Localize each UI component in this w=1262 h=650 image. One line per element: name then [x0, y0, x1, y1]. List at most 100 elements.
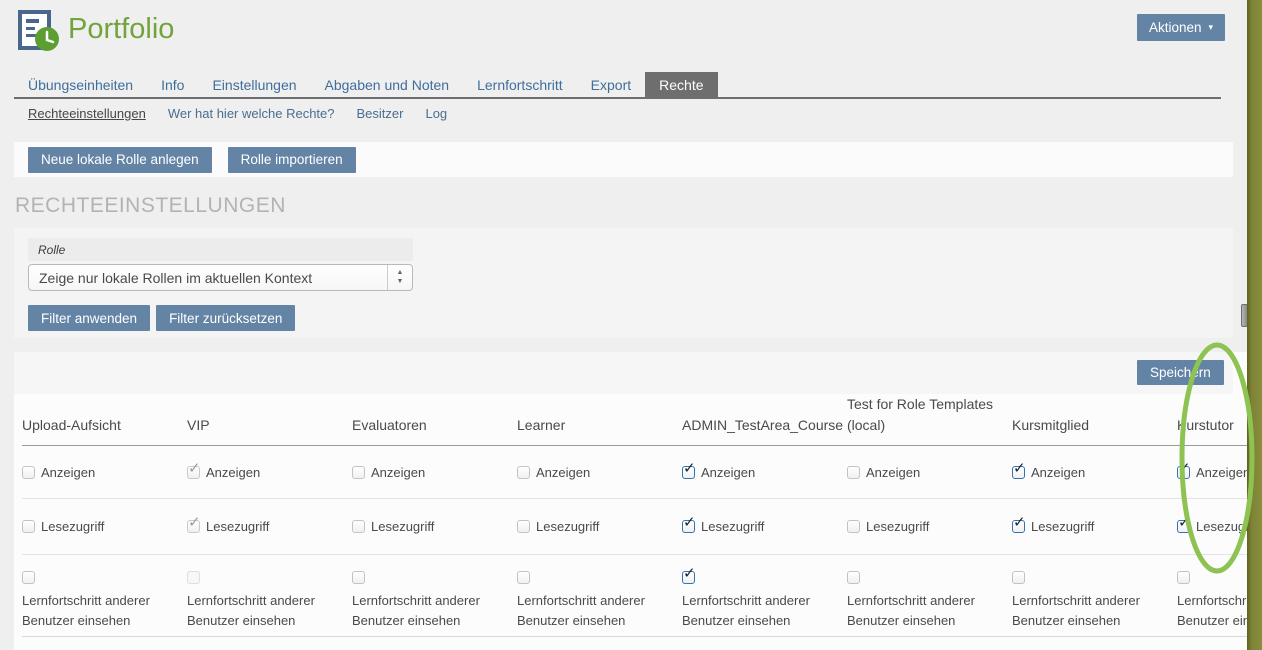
permission-checkbox[interactable]: [847, 520, 860, 533]
role-filter-select[interactable]: Zeige nur lokale Rollen im aktuellen Kon…: [28, 264, 413, 291]
permission-label: Lesezugriff: [1031, 519, 1094, 534]
filter-panel: Rolle Zeige nur lokale Rollen im aktuell…: [14, 228, 1233, 338]
permission-label: Anzeigen: [1196, 465, 1250, 480]
permission-label: Lernfortschritt anderer Benutzer einsehe…: [682, 591, 832, 631]
permission-checkbox[interactable]: ✓: [682, 571, 695, 584]
permission-checkbox[interactable]: ✓: [1177, 466, 1190, 479]
permission-label: Lesezugriff: [371, 519, 434, 534]
permission-checkbox[interactable]: [22, 571, 35, 584]
permission-cell: Lesezugriff: [517, 519, 682, 534]
permission-label: Lesezugriff: [206, 519, 269, 534]
permission-checkbox[interactable]: [22, 466, 35, 479]
tab-export[interactable]: Export: [577, 72, 645, 97]
import-role-button[interactable]: Rolle importieren: [228, 147, 356, 173]
chevron-down-icon: ▾: [1209, 23, 1214, 32]
spinner-up-icon: ▲: [397, 269, 404, 277]
section-title: RECHTEEINSTELLUNGEN: [15, 194, 286, 218]
permission-cell: Anzeigen: [847, 465, 1012, 480]
permission-checkbox[interactable]: [517, 571, 530, 584]
permission-checkbox[interactable]: ✓: [1012, 520, 1025, 533]
permission-label: Anzeigen: [701, 465, 755, 480]
permission-cell: Lernfortschritt anderer Benutzer einsehe…: [187, 555, 352, 631]
permission-cell: Lernfortschritt anderer Benutzer einsehe…: [517, 555, 682, 631]
role-filter-selected-value: Zeige nur lokale Rollen im aktuellen Kon…: [29, 270, 387, 286]
permission-label: Anzeigen: [371, 465, 425, 480]
save-button[interactable]: Speichern: [1137, 360, 1224, 385]
check-icon: ✓: [683, 513, 696, 531]
permission-cell: Lernfortschritt anderer Benutzer einsehe…: [1012, 555, 1177, 631]
permission-cell: Lernfortschritt anderer Benutzer einsehe…: [352, 555, 517, 631]
check-icon: ✓: [1013, 459, 1026, 477]
column-header: Learner: [517, 415, 682, 445]
permission-cell: ✓ Lesezugriff: [682, 519, 847, 534]
tab-rechte[interactable]: Rechte: [645, 72, 717, 97]
new-local-role-button[interactable]: Neue lokale Rolle anlegen: [28, 147, 212, 173]
column-header: Evaluatoren: [352, 415, 517, 445]
permission-checkbox[interactable]: ✓: [682, 520, 695, 533]
permission-label: Lesezugriff: [536, 519, 599, 534]
spinner-down-icon: ▼: [397, 278, 404, 286]
permission-cell: Lernfortschritt anderer Benutzer einsehe…: [22, 555, 187, 631]
check-icon: ✓: [188, 459, 201, 477]
table-header-row: Upload-AufsichtVIPEvaluatorenLearnerADMI…: [22, 394, 1247, 446]
check-icon: ✓: [1178, 513, 1191, 531]
tab-info[interactable]: Info: [147, 72, 198, 97]
permission-checkbox[interactable]: [517, 520, 530, 533]
right-edge-strip: [1247, 0, 1262, 650]
permission-label: Lernfortschritt anderer Benutzer einsehe…: [517, 591, 667, 631]
permission-cell: ✓ Anzeigen: [1012, 465, 1177, 480]
permission-checkbox[interactable]: [1177, 571, 1190, 584]
subtab-log[interactable]: Log: [425, 106, 447, 121]
table-row: Lernfortschritt anderer Benutzer einsehe…: [22, 555, 1247, 637]
permission-label: Anzeigen: [536, 465, 590, 480]
permissions-table: Speichern Upload-AufsichtVIPEvaluatorenL…: [14, 352, 1247, 650]
filter-apply-button[interactable]: Filter anwenden: [28, 305, 150, 331]
permission-checkbox: [187, 571, 200, 584]
page-title: Portfolio: [68, 13, 174, 46]
actions-button[interactable]: Aktionen ▾: [1137, 14, 1225, 41]
table-topbar: Speichern: [14, 352, 1233, 394]
permission-cell: ✓ Lesezugriff: [187, 519, 352, 534]
filter-role-label: Rolle: [28, 238, 413, 261]
permission-label: Anzeigen: [1031, 465, 1085, 480]
permission-checkbox[interactable]: [352, 571, 365, 584]
column-header: ADMIN_TestArea_Course: [682, 415, 847, 445]
check-icon: ✓: [683, 564, 696, 582]
check-icon: ✓: [188, 513, 201, 531]
permission-checkbox[interactable]: ✓: [1177, 520, 1190, 533]
permission-cell: Anzeigen: [517, 465, 682, 480]
tab-einstellungen[interactable]: Einstellungen: [198, 72, 310, 97]
permission-label: Lernfortschritt anderer Benutzer einsehe…: [847, 591, 997, 631]
tab-abgaben-und-noten[interactable]: Abgaben und Noten: [311, 72, 464, 97]
permission-checkbox[interactable]: [352, 466, 365, 479]
subtab-besitzer[interactable]: Besitzer: [357, 106, 404, 121]
subtab-bar: Rechteeinstellungen Wer hat hier welche R…: [28, 106, 447, 121]
role-toolbar: Neue lokale Rolle anlegen Rolle importie…: [14, 142, 1233, 177]
permission-checkbox[interactable]: [352, 520, 365, 533]
permission-checkbox[interactable]: [517, 466, 530, 479]
portfolio-permissions-page: Portfolio Aktionen ▾ ÜbungseinheitenInfo…: [0, 0, 1262, 650]
subtab-rechteeinstellungen[interactable]: Rechteeinstellungen: [28, 106, 146, 121]
permission-checkbox[interactable]: [22, 520, 35, 533]
permission-checkbox: ✓: [187, 520, 200, 533]
permission-label: Lesezugriff: [41, 519, 104, 534]
permission-checkbox[interactable]: ✓: [682, 466, 695, 479]
permission-checkbox[interactable]: [847, 466, 860, 479]
permission-cell: ✓ Lesezugriff: [1012, 519, 1177, 534]
permission-cell: Lernfortschritt anderer Benutzer einsehe…: [847, 555, 1012, 631]
tab-bar: ÜbungseinheitenInfoEinstellungenAbgaben …: [14, 72, 1221, 99]
tab--bungseinheiten[interactable]: Übungseinheiten: [14, 72, 147, 97]
subtab-wer-hat-hier-welche-rechte-[interactable]: Wer hat hier welche Rechte?: [168, 106, 335, 121]
permission-label: Lesezugriff: [701, 519, 764, 534]
filter-reset-button[interactable]: Filter zurücksetzen: [156, 305, 295, 331]
table-row: Anzeigen✓AnzeigenAnzeigenAnzeigen✓Anzeig…: [22, 446, 1247, 499]
column-header: Kursmitglied: [1012, 415, 1177, 445]
column-header: VIP: [187, 415, 352, 445]
tab-lernfortschritt[interactable]: Lernfortschritt: [463, 72, 577, 97]
permission-checkbox[interactable]: [1012, 571, 1025, 584]
permission-cell: Lesezugriff: [352, 519, 517, 534]
check-icon: ✓: [683, 459, 696, 477]
permission-checkbox[interactable]: [847, 571, 860, 584]
permission-label: Lernfortschritt anderer Benutzer einsehe…: [352, 591, 502, 631]
permission-checkbox[interactable]: ✓: [1012, 466, 1025, 479]
